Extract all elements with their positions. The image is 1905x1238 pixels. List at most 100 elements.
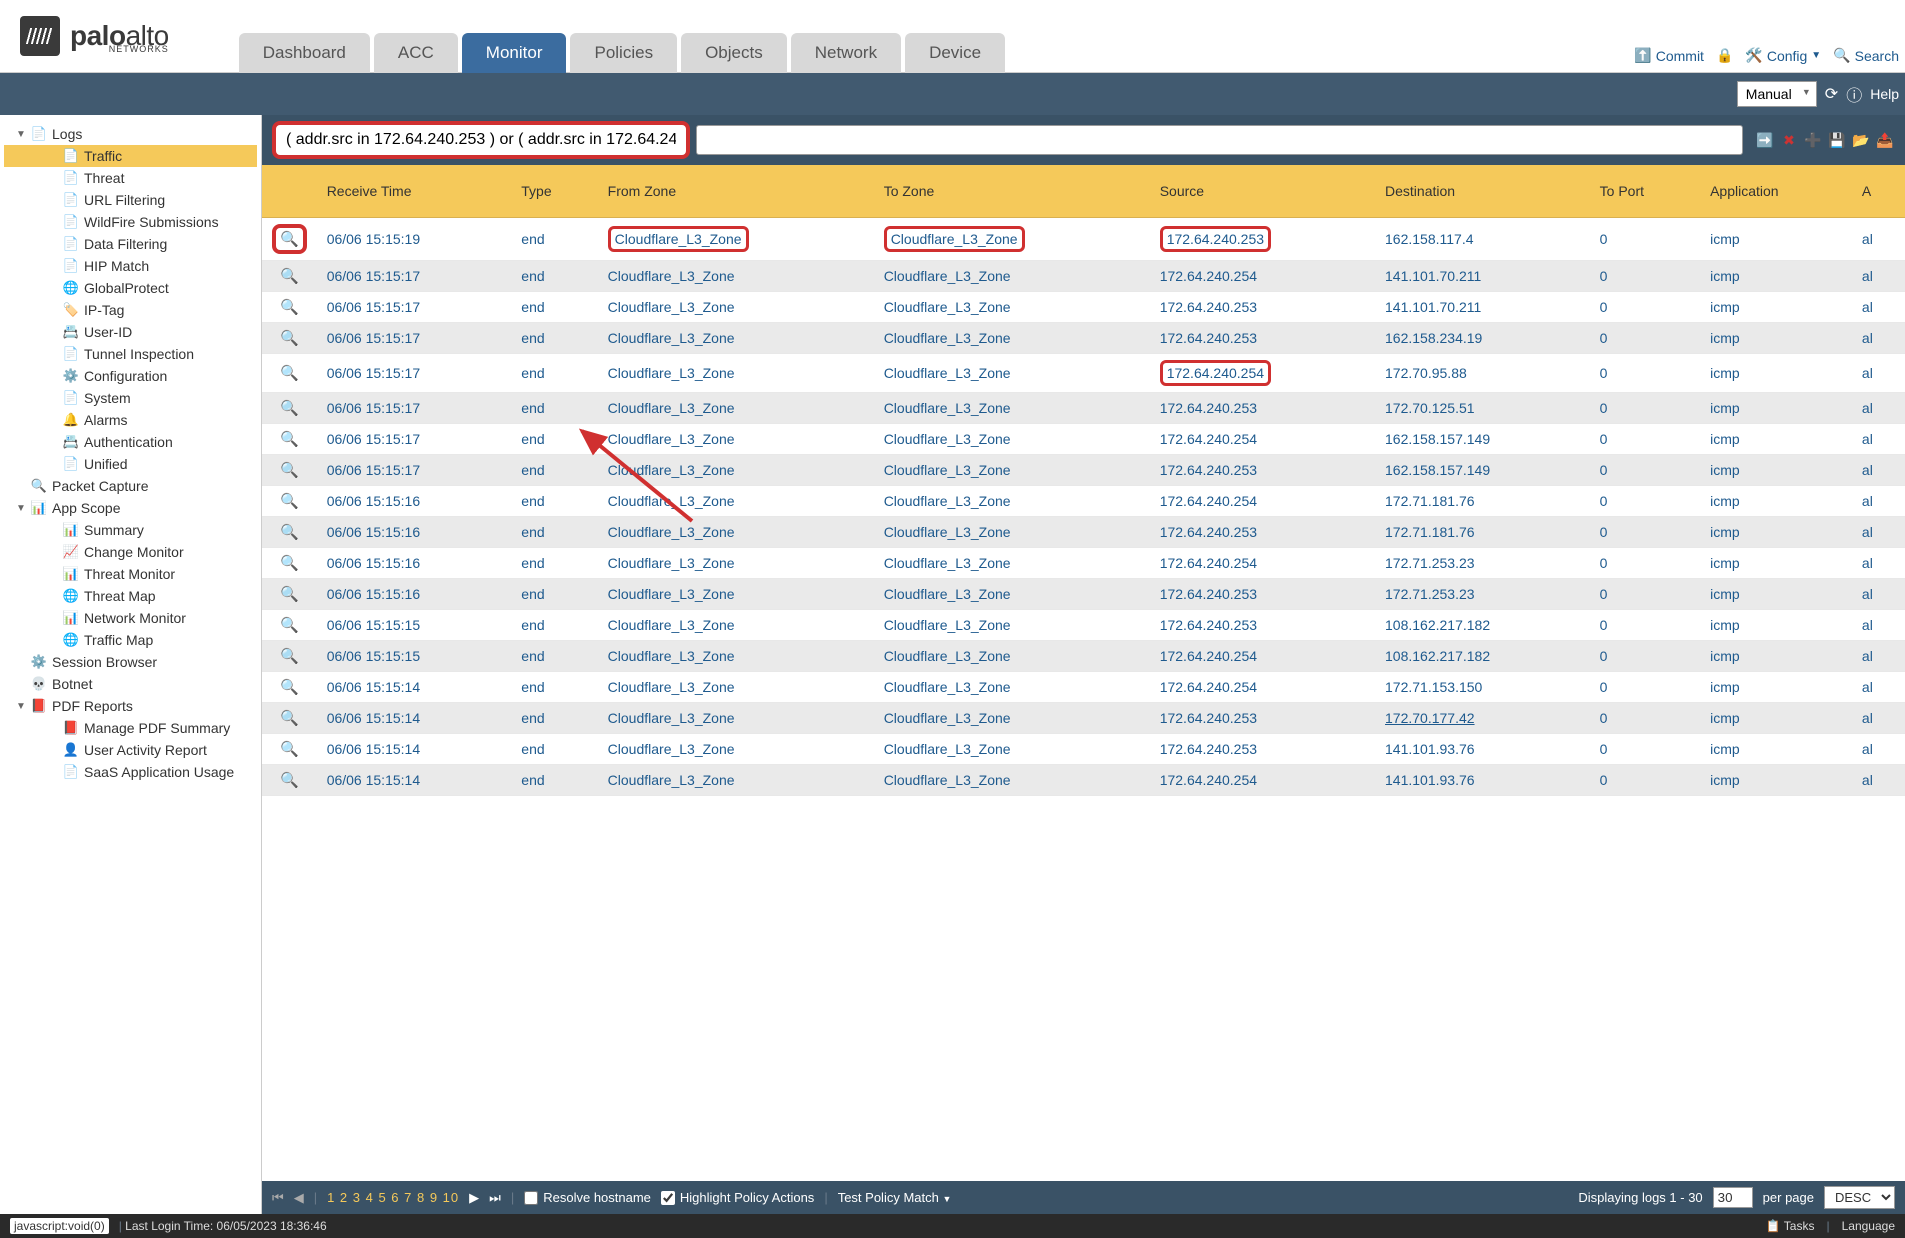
cell-application[interactable]: icmp [1700, 517, 1852, 548]
cell-to-zone[interactable]: Cloudflare_L3_Zone [874, 218, 1150, 261]
cell-to-zone[interactable]: Cloudflare_L3_Zone [874, 486, 1150, 517]
lock-icon[interactable]: 🔒 [1716, 47, 1733, 64]
cell-source[interactable]: 172.64.240.254 [1150, 765, 1375, 796]
sidebar-item-botnet[interactable]: 💀Botnet [4, 673, 257, 695]
cell-destination[interactable]: 172.71.253.23 [1375, 579, 1590, 610]
cell-application[interactable]: icmp [1700, 548, 1852, 579]
cell-receive-time[interactable]: 06/06 15:15:17 [317, 261, 512, 292]
cell-destination[interactable]: 141.101.93.76 [1375, 734, 1590, 765]
cell-source[interactable]: 172.64.240.254 [1150, 261, 1375, 292]
cell-to-port[interactable]: 0 [1590, 486, 1700, 517]
cell-destination[interactable]: 172.71.253.23 [1375, 548, 1590, 579]
column-header[interactable]: From Zone [598, 165, 874, 218]
cell-from-zone[interactable]: Cloudflare_L3_Zone [598, 354, 874, 393]
cell-source[interactable]: 172.64.240.253 [1150, 703, 1375, 734]
help-icon[interactable]: ⓘ [1846, 82, 1862, 106]
column-header[interactable]: Application [1700, 165, 1852, 218]
cell-type[interactable]: end [511, 548, 597, 579]
refresh-icon[interactable]: ⟳ [1825, 84, 1838, 104]
cell-to-zone[interactable]: Cloudflare_L3_Zone [874, 424, 1150, 455]
cell-receive-time[interactable]: 06/06 15:15:17 [317, 393, 512, 424]
page-prev-icon[interactable]: ◀ [294, 1190, 304, 1206]
page-next-icon[interactable]: ▶ [469, 1190, 479, 1206]
sidebar-item-traffic-map[interactable]: 🌐Traffic Map [4, 629, 257, 651]
cell-action[interactable]: al [1852, 579, 1905, 610]
cell-to-port[interactable]: 0 [1590, 323, 1700, 354]
cell-receive-time[interactable]: 06/06 15:15:17 [317, 292, 512, 323]
cell-action[interactable]: al [1852, 292, 1905, 323]
sidebar-item-user-activity-report[interactable]: 👤User Activity Report [4, 739, 257, 761]
cell-action[interactable]: al [1852, 734, 1905, 765]
sidebar-item-threat-map[interactable]: 🌐Threat Map [4, 585, 257, 607]
cell-to-port[interactable]: 0 [1590, 548, 1700, 579]
cell-to-port[interactable]: 0 [1590, 734, 1700, 765]
sidebar-item-tunnel-inspection[interactable]: 📄Tunnel Inspection [4, 343, 257, 365]
cell-to-port[interactable]: 0 [1590, 765, 1700, 796]
cell-action[interactable]: al [1852, 641, 1905, 672]
tab-dashboard[interactable]: Dashboard [239, 33, 370, 73]
log-detail-icon[interactable]: 🔍 [280, 299, 299, 316]
cell-from-zone[interactable]: Cloudflare_L3_Zone [598, 548, 874, 579]
cell-application[interactable]: icmp [1700, 486, 1852, 517]
sidebar-item-alarms[interactable]: 🔔Alarms [4, 409, 257, 431]
cell-receive-time[interactable]: 06/06 15:15:16 [317, 579, 512, 610]
cell-to-zone[interactable]: Cloudflare_L3_Zone [874, 703, 1150, 734]
cell-to-port[interactable]: 0 [1590, 292, 1700, 323]
sidebar-item-network-monitor[interactable]: 📊Network Monitor [4, 607, 257, 629]
cell-action[interactable]: al [1852, 517, 1905, 548]
sidebar-item-unified[interactable]: 📄Unified [4, 453, 257, 475]
cell-from-zone[interactable]: Cloudflare_L3_Zone [598, 486, 874, 517]
tab-device[interactable]: Device [905, 33, 1005, 73]
cell-source[interactable]: 172.64.240.254 [1150, 486, 1375, 517]
cell-to-port[interactable]: 0 [1590, 354, 1700, 393]
highlight-policy-checkbox[interactable]: Highlight Policy Actions [661, 1190, 814, 1205]
cell-receive-time[interactable]: 06/06 15:15:17 [317, 455, 512, 486]
cell-destination[interactable]: 172.70.125.51 [1375, 393, 1590, 424]
cell-receive-time[interactable]: 06/06 15:15:16 [317, 486, 512, 517]
cell-to-zone[interactable]: Cloudflare_L3_Zone [874, 261, 1150, 292]
cell-source[interactable]: 172.64.240.254 [1150, 548, 1375, 579]
language-button[interactable]: Language [1842, 1219, 1895, 1233]
cell-source[interactable]: 172.64.240.253 [1150, 292, 1375, 323]
cell-to-zone[interactable]: Cloudflare_L3_Zone [874, 323, 1150, 354]
sidebar-item-packet-capture[interactable]: 🔍Packet Capture [4, 475, 257, 497]
tab-policies[interactable]: Policies [570, 33, 677, 73]
cell-type[interactable]: end [511, 323, 597, 354]
cell-type[interactable]: end [511, 354, 597, 393]
cell-to-zone[interactable]: Cloudflare_L3_Zone [874, 393, 1150, 424]
help-label[interactable]: Help [1870, 86, 1899, 102]
cell-action[interactable]: al [1852, 703, 1905, 734]
cell-destination[interactable]: 172.71.181.76 [1375, 486, 1590, 517]
cell-receive-time[interactable]: 06/06 15:15:16 [317, 517, 512, 548]
sidebar-item-configuration[interactable]: ⚙️Configuration [4, 365, 257, 387]
sidebar-item-change-monitor[interactable]: 📈Change Monitor [4, 541, 257, 563]
cell-to-port[interactable]: 0 [1590, 579, 1700, 610]
cell-from-zone[interactable]: Cloudflare_L3_Zone [598, 292, 874, 323]
cell-from-zone[interactable]: Cloudflare_L3_Zone [598, 455, 874, 486]
column-header[interactable]: A [1852, 165, 1905, 218]
cell-application[interactable]: icmp [1700, 641, 1852, 672]
cell-destination[interactable]: 162.158.157.149 [1375, 424, 1590, 455]
sidebar-item-globalprotect[interactable]: 🌐GlobalProtect [4, 277, 257, 299]
tasks-button[interactable]: 📋 Tasks [1766, 1219, 1815, 1233]
sidebar-item-system[interactable]: 📄System [4, 387, 257, 409]
cell-application[interactable]: icmp [1700, 579, 1852, 610]
cell-action[interactable]: al [1852, 323, 1905, 354]
per-page-input[interactable] [1713, 1187, 1753, 1208]
cell-receive-time[interactable]: 06/06 15:15:17 [317, 354, 512, 393]
cell-application[interactable]: icmp [1700, 765, 1852, 796]
cell-receive-time[interactable]: 06/06 15:15:14 [317, 765, 512, 796]
cell-receive-time[interactable]: 06/06 15:15:17 [317, 424, 512, 455]
cell-action[interactable]: al [1852, 610, 1905, 641]
tab-objects[interactable]: Objects [681, 33, 787, 73]
filter-save-icon[interactable]: 💾 [1827, 130, 1847, 150]
cell-to-port[interactable]: 0 [1590, 218, 1700, 261]
cell-destination[interactable]: 172.70.95.88 [1375, 354, 1590, 393]
cell-to-port[interactable]: 0 [1590, 641, 1700, 672]
cell-to-port[interactable]: 0 [1590, 455, 1700, 486]
cell-from-zone[interactable]: Cloudflare_L3_Zone [598, 610, 874, 641]
filter-input-extension[interactable] [696, 125, 1743, 155]
log-detail-icon[interactable]: 🔍 [280, 617, 299, 634]
cell-destination[interactable]: 141.101.70.211 [1375, 261, 1590, 292]
cell-type[interactable]: end [511, 218, 597, 261]
